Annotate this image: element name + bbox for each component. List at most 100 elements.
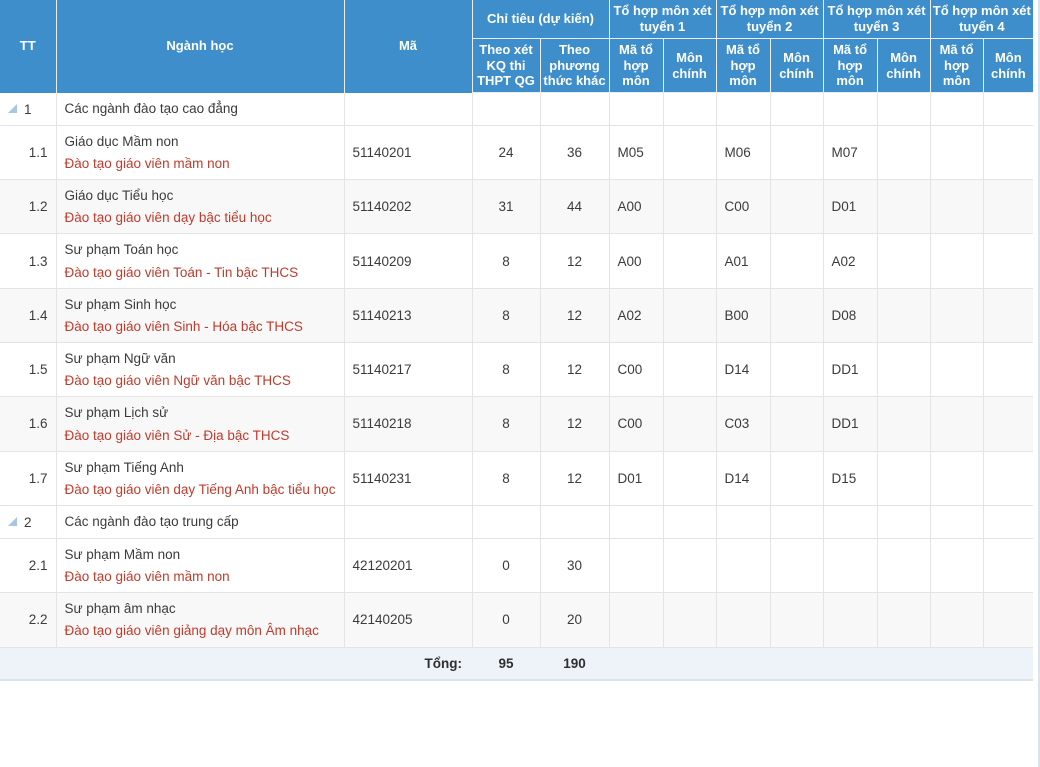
footer-total-kq-thi: 95 (472, 646, 540, 681)
col-header-mon-chinh-1[interactable]: Môn chính (663, 38, 717, 94)
col-header-ma[interactable]: Mã (344, 0, 473, 93)
subject-group-3-code (823, 505, 878, 540)
subject-group-1-code: C00 (609, 342, 664, 398)
col-header-to-hop-3[interactable]: Tổ hợp môn xét tuyển 3 (823, 0, 931, 39)
col-header-ma-to-hop-mon-3[interactable]: Mã tổ hợp môn (823, 38, 878, 94)
footer-blank-th2-ma (716, 646, 771, 681)
program-code (344, 92, 473, 126)
program-name-cell: Giáo dục Mầm non Đào tạo giáo viên mầm no… (56, 125, 345, 181)
col-header-mon-chinh-2[interactable]: Môn chính (770, 38, 824, 94)
subject-group-4-main (983, 538, 1034, 594)
subject-group-1-code: A00 (609, 233, 664, 289)
table-row[interactable]: 1.4 Sư phạm Sinh học Đào tạo giáo viên Sin… (0, 288, 1034, 344)
program-description: Đào tạo giáo viên Toán - Tin bậc THCS (64, 264, 299, 280)
table-row[interactable]: 1.7 Sư phạm Tiếng Anh Đào tạo giáo viên dạ… (0, 451, 1034, 507)
table-row[interactable]: 1.3 Sư phạm Toán học Đào tạo giáo viên Toá… (0, 233, 1034, 289)
program-name: Sư phạm Toán học (64, 242, 179, 258)
subject-group-4-main (983, 451, 1034, 507)
quota-other-method: 20 (540, 592, 610, 648)
program-name-cell: Giáo dục Tiểu học Đào tạo giáo viên dạy b… (56, 179, 345, 235)
col-header-ma-to-hop-mon-1[interactable]: Mã tổ hợp môn (609, 38, 664, 94)
quota-table: TT Ngành học Mã Chỉ tiêu (dự kiến) Tổ hợ… (0, 0, 1034, 681)
col-header-mon-chinh-4[interactable]: Môn chính (983, 38, 1034, 94)
program-name: Giáo dục Tiểu học (64, 188, 174, 204)
col-header-chi-tieu[interactable]: Chỉ tiêu (dự kiến) (472, 0, 610, 39)
subject-group-2-code: B00 (716, 288, 771, 344)
subject-group-2-main (770, 538, 824, 594)
program-description: Đào tạo giáo viên giảng dạy môn Âm nhạc (64, 623, 319, 639)
subject-group-4-code (930, 592, 984, 648)
subject-group-3-main (877, 396, 931, 452)
quota-thpt-qg: 8 (472, 288, 541, 344)
subject-group-2-main (770, 233, 824, 289)
table-row[interactable]: 1.1 Giáo dục Mầm non Đào tạo giáo viên mầm… (0, 125, 1034, 181)
subject-group-2-main (770, 125, 824, 181)
subject-group-3-code (823, 92, 878, 126)
program-code: 51140217 (344, 342, 473, 398)
table-row[interactable]: 1.2 Giáo dục Tiểu học Đào tạo giáo viên dạ… (0, 179, 1034, 235)
quota-thpt-qg: 0 (472, 592, 541, 648)
program-description: Đào tạo giáo viên mầm non (64, 155, 230, 171)
footer-total-label: Tổng: (344, 646, 472, 681)
program-name: Sư phạm âm nhạc (64, 601, 176, 617)
table-group-row[interactable]: 2 Các ngành đào tạo trung cấp (0, 505, 1034, 540)
table-row[interactable]: 2.2 Sư phạm âm nhạc Đào tạo giáo viên giản… (0, 592, 1034, 648)
subject-group-1-code: M05 (609, 125, 664, 181)
group-row-number: 1 (24, 101, 32, 117)
subject-group-4-main (983, 505, 1034, 540)
col-header-to-hop-1[interactable]: Tổ hợp môn xét tuyển 1 (609, 0, 717, 39)
subject-group-3-code: DD1 (823, 396, 878, 452)
col-header-to-hop-2[interactable]: Tổ hợp môn xét tuyển 2 (716, 0, 824, 39)
collapse-triangle-icon[interactable] (8, 103, 17, 113)
table-row[interactable]: 1.5 Sư phạm Ngữ văn Đào tạo giáo viên Ngữ … (0, 342, 1034, 398)
subject-group-4-main (983, 233, 1034, 289)
subject-group-4-main (983, 592, 1034, 648)
program-description: Đào tạo giáo viên dạy Tiếng Anh bậc tiểu… (64, 481, 336, 497)
col-header-nganh-hoc[interactable]: Ngành học (56, 0, 345, 93)
quota-other-method (540, 92, 610, 126)
subject-group-3-main (877, 288, 931, 344)
subject-group-4-code (930, 451, 984, 507)
subject-group-3-code: M07 (823, 125, 878, 181)
group-row-title: Các ngành đào tạo cao đẳng (56, 92, 345, 126)
col-header-tt[interactable]: TT (0, 0, 57, 93)
col-header-mon-chinh-3[interactable]: Môn chính (877, 38, 931, 94)
subject-group-3-main (877, 233, 931, 289)
row-number: 2.1 (0, 538, 57, 594)
footer-blank-th3-mon (877, 646, 931, 681)
collapse-triangle-icon[interactable] (8, 516, 17, 526)
subject-group-2-code: D14 (716, 451, 771, 507)
col-header-ma-to-hop-mon-4[interactable]: Mã tổ hợp môn (930, 38, 984, 94)
quota-thpt-qg: 31 (472, 179, 541, 235)
col-header-theo-phuong-thuc-khac[interactable]: Theo phương thức khác (540, 38, 610, 94)
col-header-to-hop-4[interactable]: Tổ hợp môn xét tuyển 4 (930, 0, 1034, 39)
group-row-number-cell: 1 (0, 92, 57, 126)
col-header-ma-to-hop-mon-2[interactable]: Mã tổ hợp môn (716, 38, 771, 94)
subject-group-1-code: A00 (609, 179, 664, 235)
subject-group-4-main (983, 125, 1034, 181)
subject-group-1-main (663, 538, 717, 594)
subject-group-1-code (609, 92, 664, 126)
subject-group-2-main (770, 92, 824, 126)
subject-group-2-code (716, 538, 771, 594)
table-row[interactable]: 2.1 Sư phạm Mầm non Đào tạo giáo viên mầm … (0, 538, 1034, 594)
subject-group-4-main (983, 342, 1034, 398)
subject-group-3-code: A02 (823, 233, 878, 289)
quota-thpt-qg (472, 92, 541, 126)
quota-other-method: 12 (540, 396, 610, 452)
subject-group-1-main (663, 505, 717, 540)
subject-group-1-main (663, 233, 717, 289)
subject-group-2-main (770, 342, 824, 398)
col-header-theo-xet-kq-thi[interactable]: Theo xét KQ thi THPT QG (472, 38, 541, 94)
footer-blank-tt (0, 646, 56, 681)
quota-other-method: 12 (540, 233, 610, 289)
quota-thpt-qg: 8 (472, 396, 541, 452)
program-description: Đào tạo giáo viên mầm non (64, 569, 230, 585)
row-number: 1.2 (0, 179, 57, 235)
program-name-cell: Sư phạm âm nhạc Đào tạo giáo viên giảng d… (56, 592, 345, 648)
table-row[interactable]: 1.6 Sư phạm Lịch sử Đào tạo giáo viên Sử -… (0, 396, 1034, 452)
program-name: Sư phạm Lịch sử (64, 405, 169, 421)
table-group-row[interactable]: 1 Các ngành đào tạo cao đẳng (0, 92, 1034, 126)
subject-group-2-code: C03 (716, 396, 771, 452)
subject-group-1-code: A02 (609, 288, 664, 344)
